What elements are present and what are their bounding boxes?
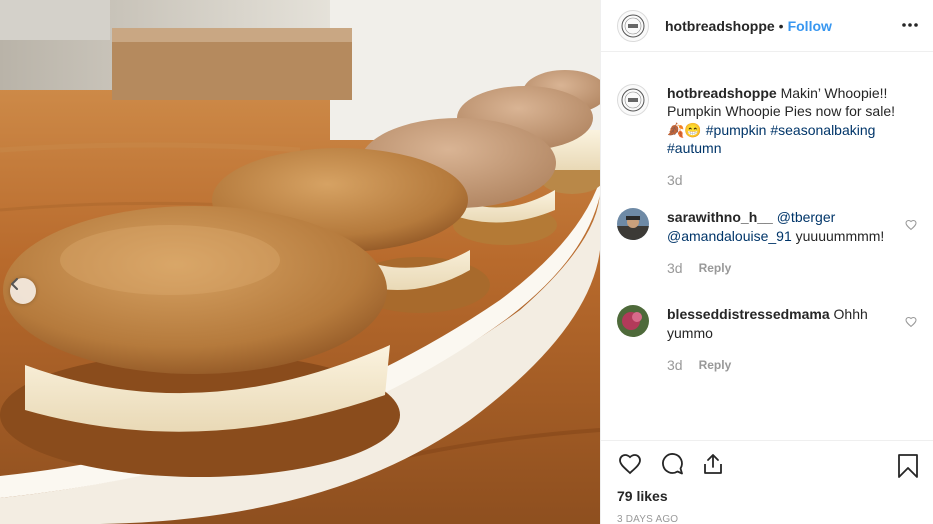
share-upload-icon xyxy=(704,454,722,474)
bookmark-icon xyxy=(898,454,918,478)
like-button[interactable] xyxy=(617,452,643,476)
caption-username[interactable]: hotbreadshoppe xyxy=(667,85,777,101)
comment-item: blesseddistressedmama Ohhh yummo 3d Repl… xyxy=(617,305,917,374)
whoopie-pies-image xyxy=(0,0,600,524)
comment-button[interactable] xyxy=(659,452,685,476)
comments-section: hotbreadshoppe Makin’ Whoopie!! Pumpkin … xyxy=(601,52,933,440)
instagram-post: hotbreadshoppe • Follow hotbreadshoppe M… xyxy=(0,0,933,524)
user-photo-avatar xyxy=(617,208,649,241)
heart-outline-icon xyxy=(905,220,917,231)
caption: hotbreadshoppe Makin’ Whoopie!! Pumpkin … xyxy=(617,84,917,189)
comment-item: sarawithno_h__ @tberger @amandalouise_91… xyxy=(617,208,917,277)
caption-emoji: 🍂😁 xyxy=(667,121,702,138)
previous-image-button[interactable] xyxy=(10,278,36,304)
mention-tberger[interactable]: @tberger xyxy=(777,209,836,225)
hot-bread-shoppe-logo xyxy=(621,14,645,37)
hashtag-pumpkin[interactable]: #pumpkin xyxy=(706,122,767,138)
reply-button[interactable]: Reply xyxy=(699,356,732,374)
post-header: hotbreadshoppe • Follow xyxy=(601,0,933,52)
post-side-panel: hotbreadshoppe • Follow hotbreadshoppe M… xyxy=(600,0,933,524)
account-avatar[interactable] xyxy=(617,9,649,42)
comment-text: yuuuummmm! xyxy=(795,227,885,244)
post-actions: 79 likes 3 DAYS AGO xyxy=(601,440,933,524)
hashtag-autumn[interactable]: #autumn xyxy=(667,140,721,156)
commenter-avatar[interactable] xyxy=(617,305,649,338)
like-comment-button[interactable] xyxy=(905,218,917,236)
commenter-avatar[interactable] xyxy=(617,208,649,241)
caption-age[interactable]: 3d xyxy=(667,171,683,189)
chevron-left-icon xyxy=(11,278,18,290)
caption-meta: 3d xyxy=(667,171,899,189)
heart-outline-icon xyxy=(905,317,917,328)
heart-icon xyxy=(619,454,641,475)
comment-meta: 3d Reply xyxy=(667,356,899,374)
post-photo[interactable] xyxy=(0,0,600,524)
more-options-button[interactable] xyxy=(901,16,919,39)
comment-body: sarawithno_h__ @tberger @amandalouise_91… xyxy=(667,208,899,277)
comment-username[interactable]: sarawithno_h__ xyxy=(667,209,773,225)
hot-bread-shoppe-logo xyxy=(621,88,645,112)
mention-amandalouise[interactable]: @amandalouise_91 xyxy=(667,228,792,244)
action-icons-row xyxy=(617,451,918,478)
hashtag-seasonalbaking[interactable]: #seasonalbaking xyxy=(770,122,875,138)
comment-username[interactable]: blesseddistressedmama xyxy=(667,306,830,322)
comment-age[interactable]: 3d xyxy=(667,259,683,277)
follow-button[interactable]: Follow xyxy=(788,18,832,34)
header-username[interactable]: hotbreadshoppe xyxy=(665,18,775,34)
more-horizontal-icon xyxy=(902,23,918,27)
user-photo-avatar xyxy=(617,305,649,338)
post-timestamp[interactable]: 3 DAYS AGO xyxy=(617,514,917,524)
reply-button[interactable]: Reply xyxy=(699,259,732,277)
comment-meta: 3d Reply xyxy=(667,259,899,277)
comment-age[interactable]: 3d xyxy=(667,356,683,374)
likes-count[interactable]: 79 likes xyxy=(617,488,917,504)
separator-dot: • xyxy=(778,17,784,34)
share-button[interactable] xyxy=(701,452,725,476)
save-button[interactable] xyxy=(897,453,919,484)
comment-body: blesseddistressedmama Ohhh yummo 3d Repl… xyxy=(667,305,899,374)
comment-bubble-icon xyxy=(662,453,683,475)
caption-body: hotbreadshoppe Makin’ Whoopie!! Pumpkin … xyxy=(667,84,899,189)
caption-avatar[interactable] xyxy=(617,84,649,116)
like-comment-button[interactable] xyxy=(905,315,917,333)
